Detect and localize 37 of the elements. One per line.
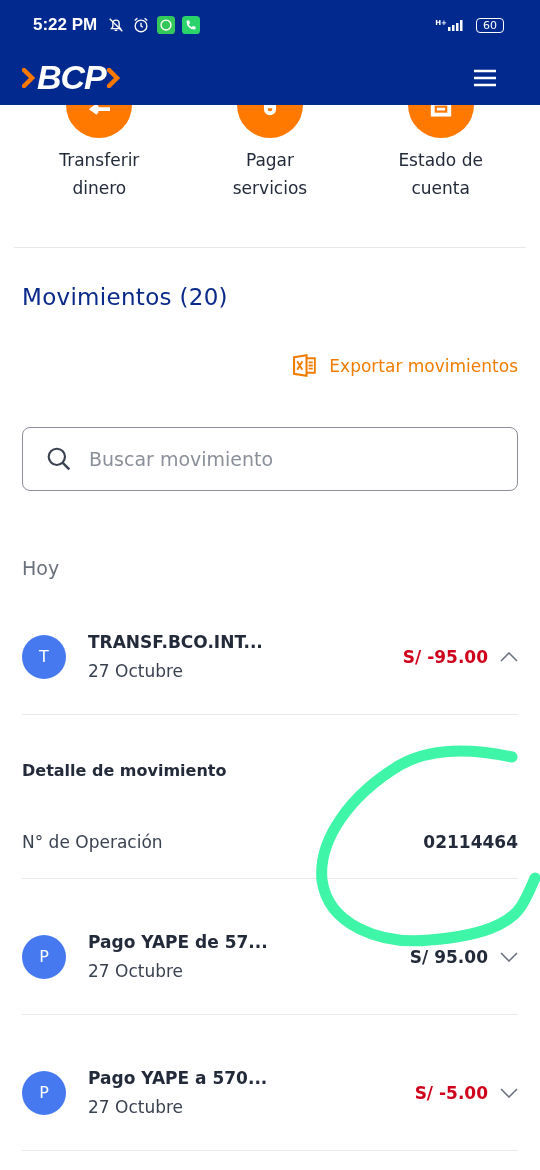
detail-label: N° de Operación: [22, 832, 163, 852]
chevron-up-icon[interactable]: [500, 651, 518, 662]
movement-date: 27 Octubre: [88, 661, 185, 681]
action-label[interactable]: Pagar servicios: [215, 146, 325, 202]
movement-amount: S/ 95.00: [409, 946, 488, 967]
action-label[interactable]: Estado de cuenta: [385, 146, 496, 202]
movement-name: Pago YAPE a 570...: [88, 1068, 269, 1088]
avatar: P: [22, 1070, 66, 1115]
chevron-down-icon[interactable]: [500, 1087, 518, 1098]
status-time: 5:22 PM: [33, 15, 98, 35]
chevron-down-icon[interactable]: [500, 951, 518, 962]
avatar: P: [22, 934, 66, 979]
movement-row[interactable]: T TRANSF.BCO.INT... 27 Octubre S/ -95.00: [22, 579, 518, 715]
date-group-label: Hoy: [22, 557, 61, 579]
detail-value: 02114464: [423, 832, 518, 852]
bcp-logo[interactable]: BCP: [22, 58, 121, 97]
section-title: Movimientos (20): [22, 284, 229, 310]
movement-date: 27 Octubre: [88, 961, 185, 981]
arrow-icon[interactable]: [66, 105, 133, 138]
movement-amount: S/ -95.00: [402, 646, 488, 667]
coin-icon[interactable]: [237, 105, 303, 138]
phone-app-icon: [182, 16, 201, 34]
detail-title: Detalle de movimiento: [22, 761, 228, 780]
movement-date: 27 Octubre: [88, 1097, 185, 1117]
document-icon[interactable]: [407, 105, 474, 138]
search-field[interactable]: Buscar movimiento: [22, 427, 518, 491]
chat-app-icon: [157, 16, 176, 34]
movement-row[interactable]: P Pago YAPE de 57... 27 Octubre S/ 95.00: [22, 879, 518, 1015]
movement-amount: S/ -5.00: [414, 1082, 488, 1103]
battery-indicator: 60: [476, 17, 504, 33]
movement-name: Pago YAPE de 57...: [88, 932, 269, 952]
action-label[interactable]: Transferir dinero: [44, 146, 155, 202]
movement-row[interactable]: P Pago YAPE a 570... 27 Octubre S/ -5.00: [22, 1015, 518, 1151]
movement-name: TRANSF.BCO.INT...: [88, 632, 264, 652]
avatar: T: [22, 634, 66, 679]
menu-icon[interactable]: [473, 68, 497, 87]
search-icon: [46, 446, 72, 472]
